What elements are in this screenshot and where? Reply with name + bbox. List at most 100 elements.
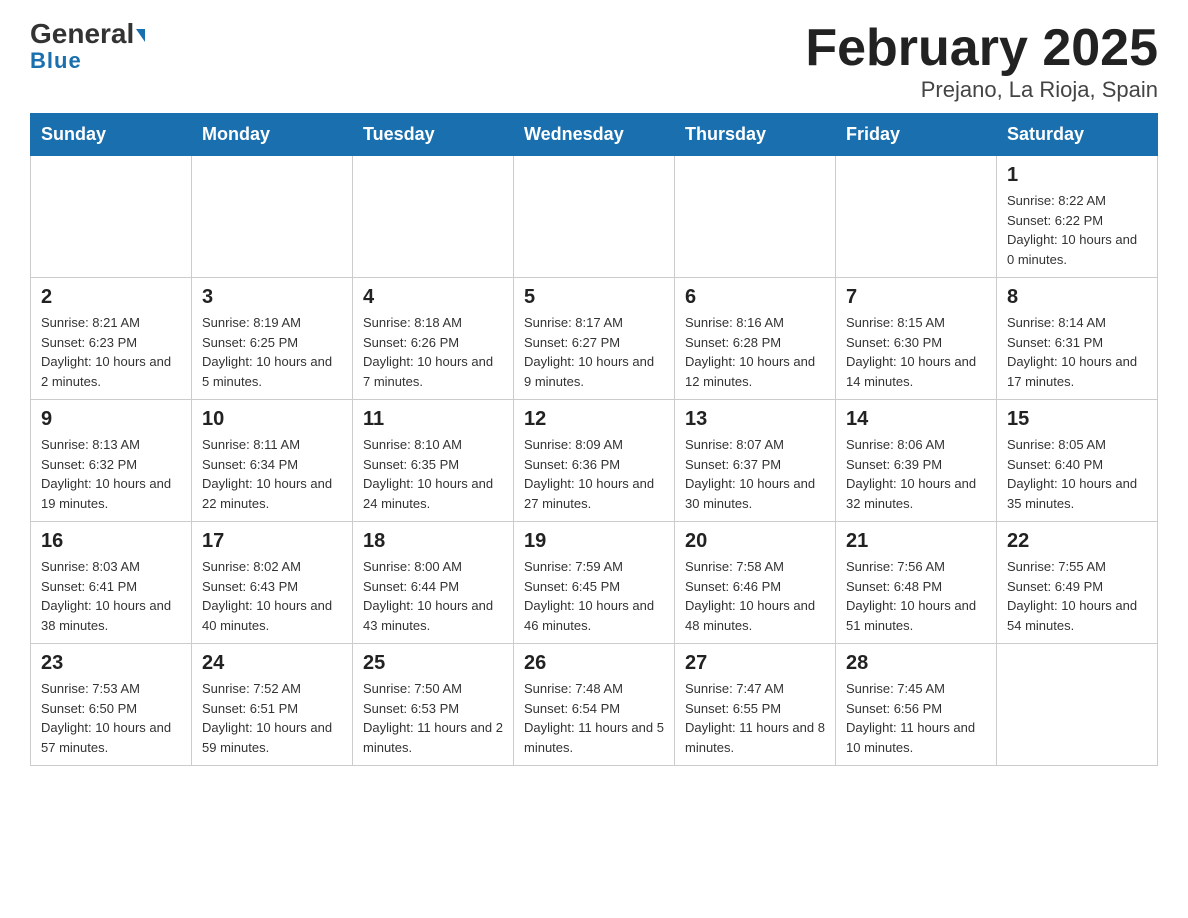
day-number: 23 xyxy=(41,652,181,675)
day-info: Sunrise: 8:00 AM Sunset: 6:44 PM Dayligh… xyxy=(363,557,503,635)
calendar-week-row: 16 Sunrise: 8:03 AM Sunset: 6:41 PM Dayli… xyxy=(31,522,1158,644)
calendar-cell: 19Sunrise: 7:59 AM Sunset: 6:45 PM Dayli… xyxy=(514,522,675,644)
day-number: 1 xyxy=(1007,164,1147,187)
header-saturday: Saturday xyxy=(997,114,1158,156)
day-number: 2 xyxy=(41,286,181,309)
day-info: Sunrise: 7:50 AM Sunset: 6:53 PM Dayligh… xyxy=(363,679,503,757)
day-info: Sunrise: 8:22 AM Sunset: 6:22 PM Dayligh… xyxy=(1007,191,1147,269)
day-info: Sunrise: 8:18 AM Sunset: 6:26 PM Dayligh… xyxy=(363,313,503,391)
calendar-header-row: Sunday Monday Tuesday Wednesday Thursday… xyxy=(31,114,1158,156)
day-info: Sunrise: 8:06 AM Sunset: 6:39 PM Dayligh… xyxy=(846,435,986,513)
header-friday: Friday xyxy=(836,114,997,156)
day-info: Sunrise: 7:47 AM Sunset: 6:55 PM Dayligh… xyxy=(685,679,825,757)
calendar-cell xyxy=(836,156,997,278)
day-info: Sunrise: 8:11 AM Sunset: 6:34 PM Dayligh… xyxy=(202,435,342,513)
calendar-table: Sunday Monday Tuesday Wednesday Thursday… xyxy=(30,113,1158,766)
day-number: 16 xyxy=(41,530,181,553)
day-number: 25 xyxy=(363,652,503,675)
day-number: 14 xyxy=(846,408,986,431)
calendar-cell: 12 Sunrise: 8:09 AM Sunset: 6:36 PM Dayli… xyxy=(514,400,675,522)
day-number: 18 xyxy=(363,530,503,553)
header-thursday: Thursday xyxy=(675,114,836,156)
calendar-cell: 17 Sunrise: 8:02 AM Sunset: 6:43 PM Dayli… xyxy=(192,522,353,644)
day-number: 28 xyxy=(846,652,986,675)
header-wednesday: Wednesday xyxy=(514,114,675,156)
calendar-cell: 4 Sunrise: 8:18 AM Sunset: 6:26 PM Daylig… xyxy=(353,278,514,400)
calendar-cell: 3 Sunrise: 8:19 AM Sunset: 6:25 PM Daylig… xyxy=(192,278,353,400)
header-sunday: Sunday xyxy=(31,114,192,156)
day-info: Sunrise: 7:55 AM Sunset: 6:49 PM Dayligh… xyxy=(1007,557,1147,635)
logo-blue: Blue xyxy=(30,48,82,74)
day-number: 20 xyxy=(685,530,825,553)
day-info: Sunrise: 7:56 AM Sunset: 6:48 PM Dayligh… xyxy=(846,557,986,635)
calendar-cell: 9 Sunrise: 8:13 AM Sunset: 6:32 PM Daylig… xyxy=(31,400,192,522)
day-number: 15 xyxy=(1007,408,1147,431)
day-info: Sunrise: 7:53 AM Sunset: 6:50 PM Dayligh… xyxy=(41,679,181,757)
day-info: Sunrise: 7:52 AM Sunset: 6:51 PM Dayligh… xyxy=(202,679,342,757)
day-number: 24 xyxy=(202,652,342,675)
calendar-cell: 21Sunrise: 7:56 AM Sunset: 6:48 PM Dayli… xyxy=(836,522,997,644)
calendar-cell xyxy=(192,156,353,278)
day-info: Sunrise: 8:14 AM Sunset: 6:31 PM Dayligh… xyxy=(1007,313,1147,391)
calendar-title: February 2025 xyxy=(805,20,1158,77)
day-number: 7 xyxy=(846,286,986,309)
calendar-cell: 22 Sunrise: 7:55 AM Sunset: 6:49 PM Dayli… xyxy=(997,522,1158,644)
day-number: 4 xyxy=(363,286,503,309)
calendar-cell: 7 Sunrise: 8:15 AM Sunset: 6:30 PM Daylig… xyxy=(836,278,997,400)
day-info: Sunrise: 8:09 AM Sunset: 6:36 PM Dayligh… xyxy=(524,435,664,513)
calendar-cell xyxy=(675,156,836,278)
day-info: Sunrise: 8:02 AM Sunset: 6:43 PM Dayligh… xyxy=(202,557,342,635)
calendar-cell xyxy=(997,644,1158,766)
calendar-week-row: 2 Sunrise: 8:21 AM Sunset: 6:23 PM Daylig… xyxy=(31,278,1158,400)
calendar-cell: 1 Sunrise: 8:22 AM Sunset: 6:22 PM Daylig… xyxy=(997,156,1158,278)
day-info: Sunrise: 8:15 AM Sunset: 6:30 PM Dayligh… xyxy=(846,313,986,391)
day-number: 26 xyxy=(524,652,664,675)
day-info: Sunrise: 8:10 AM Sunset: 6:35 PM Dayligh… xyxy=(363,435,503,513)
calendar-week-row: 23 Sunrise: 7:53 AM Sunset: 6:50 PM Dayli… xyxy=(31,644,1158,766)
day-info: Sunrise: 7:48 AM Sunset: 6:54 PM Dayligh… xyxy=(524,679,664,757)
calendar-cell: 18 Sunrise: 8:00 AM Sunset: 6:44 PM Dayli… xyxy=(353,522,514,644)
calendar-cell: 11 Sunrise: 8:10 AM Sunset: 6:35 PM Dayli… xyxy=(353,400,514,522)
calendar-cell: 28 Sunrise: 7:45 AM Sunset: 6:56 PM Dayli… xyxy=(836,644,997,766)
calendar-cell: 16 Sunrise: 8:03 AM Sunset: 6:41 PM Dayli… xyxy=(31,522,192,644)
title-block: February 2025 Prejano, La Rioja, Spain xyxy=(805,20,1158,103)
day-number: 10 xyxy=(202,408,342,431)
day-number: 8 xyxy=(1007,286,1147,309)
calendar-week-row: 1 Sunrise: 8:22 AM Sunset: 6:22 PM Daylig… xyxy=(31,156,1158,278)
calendar-cell xyxy=(353,156,514,278)
day-info: Sunrise: 7:45 AM Sunset: 6:56 PM Dayligh… xyxy=(846,679,986,757)
calendar-cell: 26 Sunrise: 7:48 AM Sunset: 6:54 PM Dayli… xyxy=(514,644,675,766)
calendar-cell: 25 Sunrise: 7:50 AM Sunset: 6:53 PM Dayli… xyxy=(353,644,514,766)
page-header: General Blue February 2025 Prejano, La R… xyxy=(30,20,1158,103)
calendar-cell: 24 Sunrise: 7:52 AM Sunset: 6:51 PM Dayli… xyxy=(192,644,353,766)
day-info: Sunrise: 8:13 AM Sunset: 6:32 PM Dayligh… xyxy=(41,435,181,513)
day-info: Sunrise: 7:58 AM Sunset: 6:46 PM Dayligh… xyxy=(685,557,825,635)
calendar-cell: 23 Sunrise: 7:53 AM Sunset: 6:50 PM Dayli… xyxy=(31,644,192,766)
day-number: 12 xyxy=(524,408,664,431)
calendar-cell: 5 Sunrise: 8:17 AM Sunset: 6:27 PM Daylig… xyxy=(514,278,675,400)
day-number: 22 xyxy=(1007,530,1147,553)
calendar-cell: 15 Sunrise: 8:05 AM Sunset: 6:40 PM Dayli… xyxy=(997,400,1158,522)
day-info: Sunrise: 8:21 AM Sunset: 6:23 PM Dayligh… xyxy=(41,313,181,391)
header-monday: Monday xyxy=(192,114,353,156)
calendar-cell: 20 Sunrise: 7:58 AM Sunset: 6:46 PM Dayli… xyxy=(675,522,836,644)
day-number: 17 xyxy=(202,530,342,553)
calendar-cell: 8 Sunrise: 8:14 AM Sunset: 6:31 PM Daylig… xyxy=(997,278,1158,400)
calendar-cell: 27 Sunrise: 7:47 AM Sunset: 6:55 PM Dayli… xyxy=(675,644,836,766)
calendar-cell xyxy=(31,156,192,278)
day-number: 3 xyxy=(202,286,342,309)
day-info: Sunrise: 8:03 AM Sunset: 6:41 PM Dayligh… xyxy=(41,557,181,635)
day-number: 9 xyxy=(41,408,181,431)
day-number: 27 xyxy=(685,652,825,675)
day-info: Sunrise: 8:19 AM Sunset: 6:25 PM Dayligh… xyxy=(202,313,342,391)
day-number: 11 xyxy=(363,408,503,431)
day-info: Sunrise: 8:17 AM Sunset: 6:27 PM Dayligh… xyxy=(524,313,664,391)
day-info: Sunrise: 7:59 AM Sunset: 6:45 PM Dayligh… xyxy=(524,557,664,635)
day-number: 6 xyxy=(685,286,825,309)
day-number: 5 xyxy=(524,286,664,309)
calendar-cell xyxy=(514,156,675,278)
logo-general: General xyxy=(30,20,145,48)
day-info: Sunrise: 8:05 AM Sunset: 6:40 PM Dayligh… xyxy=(1007,435,1147,513)
header-tuesday: Tuesday xyxy=(353,114,514,156)
calendar-subtitle: Prejano, La Rioja, Spain xyxy=(805,77,1158,103)
